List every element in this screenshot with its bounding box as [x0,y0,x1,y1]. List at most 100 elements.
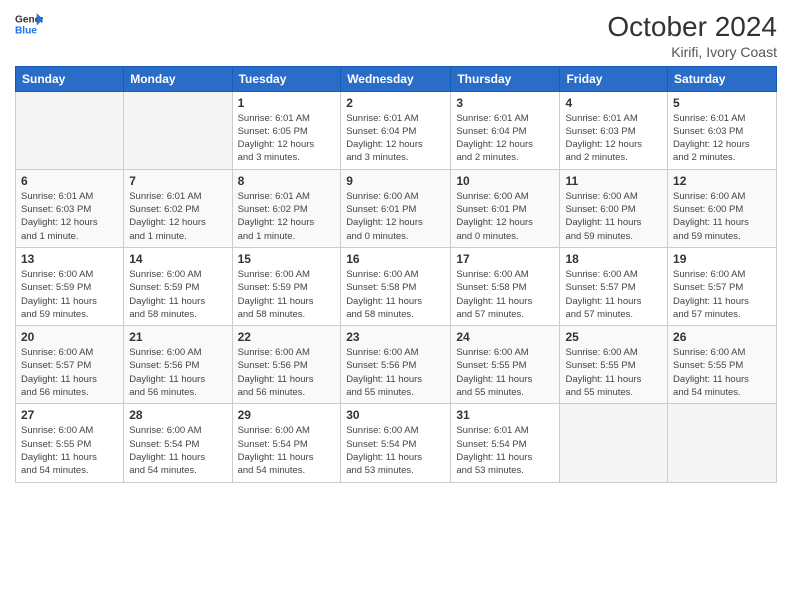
calendar-cell: 26 Sunrise: 6:00 AM Sunset: 5:55 PM Dayli… [668,326,777,404]
day-info: Sunrise: 6:00 AM Sunset: 5:57 PM Dayligh… [21,346,118,399]
day-number: 10 [456,174,554,188]
day-info: Sunrise: 6:01 AM Sunset: 5:54 PM Dayligh… [456,424,554,477]
day-number: 16 [346,252,445,266]
day-info: Sunrise: 6:01 AM Sunset: 6:03 PM Dayligh… [565,112,662,165]
calendar-cell: 6Sunrise: 6:01 AM Sunset: 6:03 PM Daylig… [16,169,124,247]
day-info: Sunrise: 6:00 AM Sunset: 5:56 PM Dayligh… [238,346,336,399]
day-info: Sunrise: 6:00 AM Sunset: 5:57 PM Dayligh… [673,268,771,321]
day-info: Sunrise: 6:01 AM Sunset: 6:03 PM Dayligh… [21,190,118,243]
day-number: 12 [673,174,771,188]
day-number: 2 [346,96,445,110]
calendar-cell: 3 Sunrise: 6:01 AM Sunset: 6:04 PM Daylig… [451,91,560,169]
calendar-cell: 28Sunrise: 6:00 AM Sunset: 5:54 PM Dayli… [124,404,232,482]
day-number: 3 [456,96,554,110]
day-number: 7 [129,174,226,188]
day-number: 31 [456,408,554,422]
day-info: Sunrise: 6:01 AM Sunset: 6:04 PM Dayligh… [346,112,445,165]
day-info: Sunrise: 6:01 AM Sunset: 6:02 PM Dayligh… [129,190,226,243]
calendar-cell: 10Sunrise: 6:00 AM Sunset: 6:01 PM Dayli… [451,169,560,247]
calendar-cell: 9 Sunrise: 6:00 AM Sunset: 6:01 PM Daylig… [341,169,451,247]
day-number: 30 [346,408,445,422]
day-number: 26 [673,330,771,344]
day-number: 17 [456,252,554,266]
calendar-cell: 24Sunrise: 6:00 AM Sunset: 5:55 PM Dayli… [451,326,560,404]
calendar-header-monday: Monday [124,66,232,91]
day-number: 27 [21,408,118,422]
calendar-cell: 22 Sunrise: 6:00 AM Sunset: 5:56 PM Dayli… [232,326,341,404]
day-info: Sunrise: 6:00 AM Sunset: 6:00 PM Dayligh… [565,190,662,243]
day-number: 23 [346,330,445,344]
calendar-cell: 4 Sunrise: 6:01 AM Sunset: 6:03 PM Daylig… [560,91,668,169]
calendar-cell: 31 Sunrise: 6:01 AM Sunset: 5:54 PM Dayli… [451,404,560,482]
calendar-week-2: 6Sunrise: 6:01 AM Sunset: 6:03 PM Daylig… [16,169,777,247]
calendar-week-5: 27Sunrise: 6:00 AM Sunset: 5:55 PM Dayli… [16,404,777,482]
logo-icon: General Blue [15,10,43,38]
calendar-table: SundayMondayTuesdayWednesdayThursdayFrid… [15,66,777,483]
day-info: Sunrise: 6:00 AM Sunset: 5:55 PM Dayligh… [565,346,662,399]
calendar-cell: 12 Sunrise: 6:00 AM Sunset: 6:00 PM Dayli… [668,169,777,247]
calendar-cell: 11Sunrise: 6:00 AM Sunset: 6:00 PM Dayli… [560,169,668,247]
day-number: 15 [238,252,336,266]
calendar-cell: 2 Sunrise: 6:01 AM Sunset: 6:04 PM Daylig… [341,91,451,169]
calendar-subtitle: Kirifi, Ivory Coast [607,44,777,60]
day-number: 21 [129,330,226,344]
day-number: 19 [673,252,771,266]
calendar-header-thursday: Thursday [451,66,560,91]
day-info: Sunrise: 6:00 AM Sunset: 5:58 PM Dayligh… [346,268,445,321]
day-number: 22 [238,330,336,344]
calendar-cell: 19 Sunrise: 6:00 AM Sunset: 5:57 PM Dayli… [668,247,777,325]
calendar-header-tuesday: Tuesday [232,66,341,91]
day-info: Sunrise: 6:01 AM Sunset: 6:02 PM Dayligh… [238,190,336,243]
calendar-header-row: SundayMondayTuesdayWednesdayThursdayFrid… [16,66,777,91]
day-number: 1 [238,96,336,110]
calendar-cell: 15 Sunrise: 6:00 AM Sunset: 5:59 PM Dayli… [232,247,341,325]
calendar-cell: 1 Sunrise: 6:01 AM Sunset: 6:05 PM Daylig… [232,91,341,169]
svg-text:Blue: Blue [15,25,37,36]
calendar-header-sunday: Sunday [16,66,124,91]
calendar-cell: 7 Sunrise: 6:01 AM Sunset: 6:02 PM Daylig… [124,169,232,247]
day-info: Sunrise: 6:00 AM Sunset: 5:57 PM Dayligh… [565,268,662,321]
day-info: Sunrise: 6:00 AM Sunset: 6:01 PM Dayligh… [346,190,445,243]
day-info: Sunrise: 6:01 AM Sunset: 6:04 PM Dayligh… [456,112,554,165]
calendar-cell: 25 Sunrise: 6:00 AM Sunset: 5:55 PM Dayli… [560,326,668,404]
day-info: Sunrise: 6:00 AM Sunset: 5:54 PM Dayligh… [238,424,336,477]
calendar-week-1: 1 Sunrise: 6:01 AM Sunset: 6:05 PM Daylig… [16,91,777,169]
day-info: Sunrise: 6:00 AM Sunset: 5:55 PM Dayligh… [673,346,771,399]
calendar-cell [560,404,668,482]
header: General Blue October 2024 Kirifi, Ivory … [15,10,777,60]
day-number: 13 [21,252,118,266]
calendar-cell: 18 Sunrise: 6:00 AM Sunset: 5:57 PM Dayli… [560,247,668,325]
day-number: 9 [346,174,445,188]
day-number: 18 [565,252,662,266]
calendar-cell: 17Sunrise: 6:00 AM Sunset: 5:58 PM Dayli… [451,247,560,325]
calendar-cell [16,91,124,169]
calendar-cell: 21 Sunrise: 6:00 AM Sunset: 5:56 PM Dayli… [124,326,232,404]
day-info: Sunrise: 6:00 AM Sunset: 5:56 PM Dayligh… [346,346,445,399]
day-info: Sunrise: 6:01 AM Sunset: 6:05 PM Dayligh… [238,112,336,165]
day-number: 4 [565,96,662,110]
calendar-cell: 20 Sunrise: 6:00 AM Sunset: 5:57 PM Dayli… [16,326,124,404]
day-info: Sunrise: 6:00 AM Sunset: 5:55 PM Dayligh… [456,346,554,399]
day-number: 25 [565,330,662,344]
calendar-cell: 27Sunrise: 6:00 AM Sunset: 5:55 PM Dayli… [16,404,124,482]
calendar-week-4: 20 Sunrise: 6:00 AM Sunset: 5:57 PM Dayli… [16,326,777,404]
day-info: Sunrise: 6:00 AM Sunset: 5:59 PM Dayligh… [238,268,336,321]
day-number: 14 [129,252,226,266]
title-block: October 2024 Kirifi, Ivory Coast [607,10,777,60]
page-container: General Blue October 2024 Kirifi, Ivory … [0,0,792,498]
calendar-cell [124,91,232,169]
calendar-header-wednesday: Wednesday [341,66,451,91]
day-number: 28 [129,408,226,422]
day-info: Sunrise: 6:00 AM Sunset: 5:59 PM Dayligh… [21,268,118,321]
calendar-cell: 16 Sunrise: 6:00 AM Sunset: 5:58 PM Dayli… [341,247,451,325]
calendar-header-friday: Friday [560,66,668,91]
calendar-cell: 5Sunrise: 6:01 AM Sunset: 6:03 PM Daylig… [668,91,777,169]
calendar-cell: 30Sunrise: 6:00 AM Sunset: 5:54 PM Dayli… [341,404,451,482]
calendar-cell: 29Sunrise: 6:00 AM Sunset: 5:54 PM Dayli… [232,404,341,482]
calendar-title: October 2024 [607,10,777,44]
day-info: Sunrise: 6:00 AM Sunset: 5:56 PM Dayligh… [129,346,226,399]
calendar-week-3: 13 Sunrise: 6:00 AM Sunset: 5:59 PM Dayli… [16,247,777,325]
day-info: Sunrise: 6:01 AM Sunset: 6:03 PM Dayligh… [673,112,771,165]
day-info: Sunrise: 6:00 AM Sunset: 6:00 PM Dayligh… [673,190,771,243]
day-number: 20 [21,330,118,344]
